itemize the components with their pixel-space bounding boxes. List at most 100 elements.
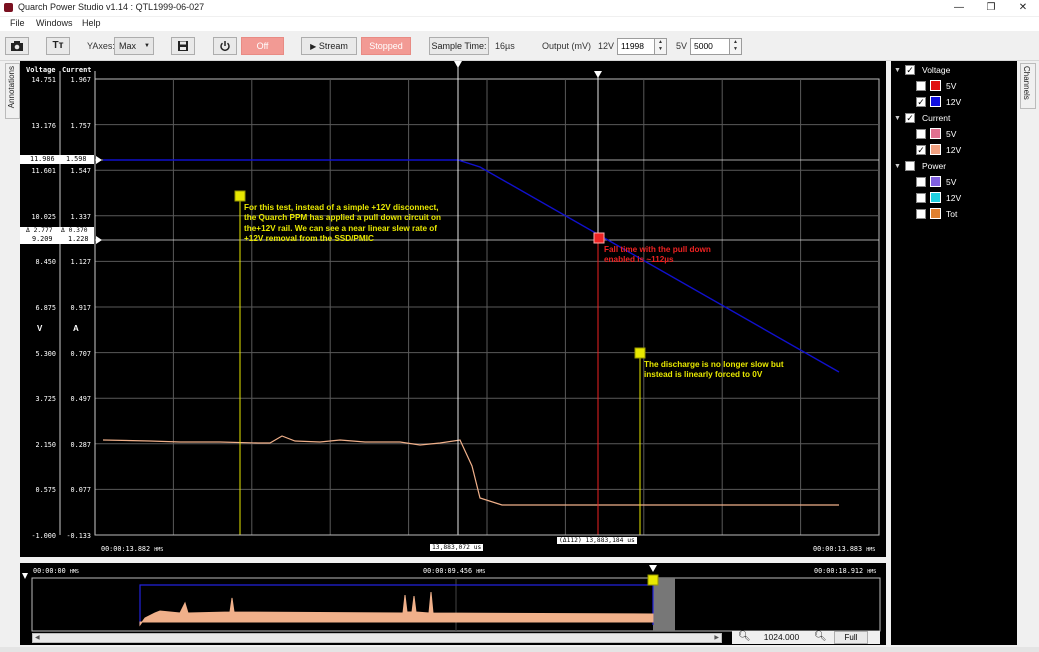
current-12v-label: 12V [946,145,962,155]
cursor-2-handle[interactable] [594,71,602,78]
annotation-3-line-1: The discharge is no longer slow but [644,360,784,369]
current-12v-checkbox[interactable]: ✓ [916,145,926,155]
marker-1-values: 11.986 1.598 [20,155,94,164]
current-group-checkbox[interactable]: ✓ [905,113,915,123]
main-plot[interactable]: Voltage Current 14.751 13.176 11.601 10.025… [20,61,886,557]
overview-scrollbar[interactable]: ◀ ▶ [32,633,722,643]
title-bar: Quarch Power Studio v1.14 : QTL1999-06-0… [0,0,1039,16]
power-12v-swatch [930,192,941,203]
menu-help[interactable]: Help [82,18,101,28]
save-button[interactable] [171,37,195,55]
current-tick-label: 0.917 [70,304,91,312]
voltage-group-checkbox[interactable]: ✓ [905,65,915,75]
voltage-12v-swatch [930,96,941,107]
yaxes-select[interactable]: Max ▼ [114,37,154,55]
current-tick-label: 0.287 [70,440,91,449]
overview-cursor-handle[interactable] [649,565,657,572]
output-label: Output (mV) [542,41,592,51]
scroll-right-icon[interactable]: ▶ [714,634,719,641]
yaxes-label: YAxes: [87,41,115,51]
voltage-group-expand-icon[interactable]: ▼ [894,67,901,74]
restore-button[interactable]: ❐ [975,0,1007,16]
power-group-checkbox[interactable] [905,161,915,171]
v5-output-input[interactable]: 5000 [690,38,730,55]
menu-windows[interactable]: Windows [36,18,73,28]
overview-time-end-unit: HMS [867,569,877,575]
channels-tab[interactable]: Channels [1020,63,1036,109]
current-tick-label: 1.967 [70,76,91,84]
annotation-1-marker[interactable] [234,190,246,202]
voltage-tick-label: 8.450 [35,258,56,267]
power-5v-label: 5V [946,177,957,187]
time-axis-start-value: 00:00:13.882 [101,545,151,553]
channels-tab-label: Channels [1022,66,1031,100]
current-tick-label: 0.497 [70,395,91,404]
save-icon [178,41,188,51]
power-tot-checkbox[interactable] [916,209,926,219]
overview-time-end-value: 00:00:18.912 [814,567,864,575]
sample-time-button[interactable]: Sample Time: [429,37,489,55]
annotation-2-marker[interactable] [593,232,605,244]
current-unit: A [73,324,79,333]
trace-chart[interactable] [20,61,886,557]
minimize-button[interactable]: — [943,0,975,16]
voltage-5v-swatch [930,80,941,91]
time-axis-start-unit: HMS [154,547,164,553]
voltage-tick-label: 6.875 [35,304,56,312]
overview-selection-window[interactable] [653,578,675,631]
v5-stepper[interactable]: ▲ ▼ [730,38,742,55]
marker-1-current: 1.598 [66,155,87,163]
sample-time-value: 16µs [495,41,515,51]
annotation-3-marker[interactable] [634,347,646,359]
cursor-1-handle[interactable] [454,61,462,68]
scroll-left-icon[interactable]: ◀ [35,634,40,641]
screenshot-button[interactable] [5,37,29,55]
power-12v-checkbox[interactable] [916,193,926,203]
v12-output-input[interactable]: 11998 [617,38,655,55]
zoom-value[interactable]: 1024.000 [754,631,809,644]
marker-delta-values: Δ 2.777 Δ 0.370 [20,227,94,235]
overview-time-start: 00:00:00 HMS [33,567,79,575]
channels-panel: ▼ ✓ Voltage 5V ✓ 12V ▼ ✓ Current 5V ✓ 12… [891,61,1017,645]
zoom-out-icon[interactable]: 🔍︎ [738,631,751,642]
v12-output-label: 12V [598,41,615,51]
current-5v-swatch [930,128,941,139]
overview-start-handle[interactable] [22,573,28,579]
status-strip [0,647,1039,652]
voltage-axis-header: Voltage [26,66,56,74]
power-icon [220,41,230,52]
current-5v-checkbox[interactable] [916,129,926,139]
voltage-tick-label: 14.751 [31,76,56,84]
menu-file[interactable]: File [10,18,25,28]
current-tick-label: 1.547 [70,167,91,176]
marker-delta-current: Δ 0.370 [61,227,88,234]
annotation-1-line-1: For this test, instead of a simple +12V … [244,203,439,212]
zoom-in-icon[interactable]: 🔍︎ [814,631,827,642]
app-logo-icon [4,3,13,12]
annotations-tab[interactable]: Annotations [5,63,20,119]
annotation-3-text: The discharge is no longer slow but inst… [644,360,824,381]
time-axis-start: 00:00:13.882 HMS [101,545,163,553]
voltage-tick-label: 2.150 [35,440,56,449]
power-group-expand-icon[interactable]: ▼ [894,163,901,170]
yaxes-value: Max [119,41,137,51]
v5-output-label: 5V [676,41,688,51]
power-5v-checkbox[interactable] [916,177,926,187]
zoom-full-button[interactable]: Full [834,631,868,644]
text-annotation-button[interactable]: Tт [46,37,70,55]
power-button[interactable] [213,37,237,55]
voltage-12v-label: 12V [946,97,962,107]
v12-stepper[interactable]: ▲ ▼ [655,38,667,55]
close-button[interactable]: ✕ [1007,0,1039,16]
current-group-expand-icon[interactable]: ▼ [894,115,901,122]
voltage-tick-label: 10.025 [31,212,56,221]
power-off-toggle[interactable]: Off [241,37,284,55]
stream-button[interactable]: ▶ Stream [301,37,357,55]
voltage-12v-checkbox[interactable]: ✓ [916,97,926,107]
overview-plot[interactable]: 00:00:00 HMS 00:00:09.456 HMS 00:00:18.9… [20,563,886,645]
current-5v-label: 5V [946,129,957,139]
overview-annotation-marker [647,574,659,586]
overview-time-end: 00:00:18.912 HMS [814,567,876,575]
voltage-5v-checkbox[interactable] [916,81,926,91]
overview-time-mid: 00:00:09.456 HMS [423,567,485,575]
